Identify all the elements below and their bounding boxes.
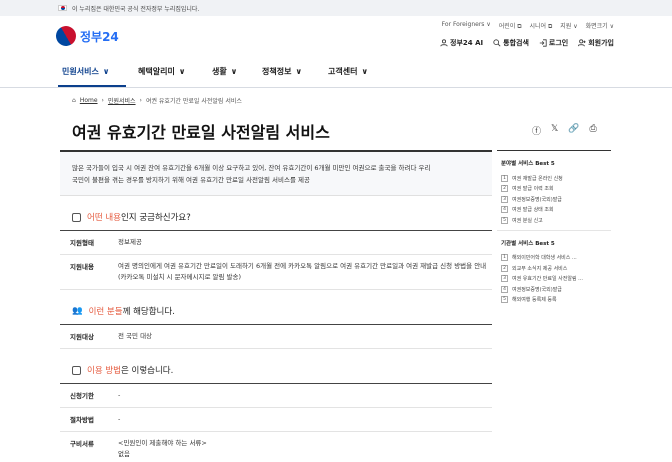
nav-benefits[interactable]: 혜택알리미 ∨ [138, 66, 185, 77]
chevron-right-icon: › [139, 97, 142, 104]
x-twitter-icon[interactable]: 𝕏 [551, 124, 558, 137]
search-icon [493, 39, 501, 47]
gov-notice-text: 이 누리집은 대한민국 공식 전자정부 누리집입니다. [72, 5, 200, 13]
table-row: 신청기한 - [60, 384, 492, 408]
section-what-heading: 어떤 내용인지 궁금하신가요? [60, 210, 492, 224]
list-item[interactable]: 5 여권 분실 신고 [497, 215, 611, 226]
home-icon: ⌂ [72, 97, 76, 104]
list-item[interactable]: 4 여권정보증명(국외)발급 [497, 284, 611, 295]
people-icon: 👥 [72, 306, 83, 316]
sidebar-best-services: 분야별 서비스 Best 5 1 여권 재발급 온라인 신청 2 여권 발급 이력 … [497, 150, 611, 305]
print-icon[interactable]: ⎙ [590, 124, 597, 137]
table-row: 지원형태 정보제공 [60, 231, 492, 255]
taegeuk-logo-icon [52, 22, 80, 50]
nav-customer-center[interactable]: 고객센터 ∨ [328, 66, 368, 77]
form-icon [72, 365, 81, 375]
list-item[interactable]: 2 외교부 소식지 제공 서비스 [497, 263, 611, 274]
util-for-foreigners[interactable]: For Foreigners ∨ [442, 21, 491, 31]
table-row: 지원내용 여권 명의인에게 여권 유효기간 만료일이 도래하기 6개월 전에 카… [60, 255, 492, 290]
header: 정부24 For Foreigners ∨ 어린이 ⧉ 시니어 ⧉ 지원 ∨ 화… [0, 16, 672, 60]
user-plus-icon [578, 39, 586, 47]
login-button[interactable]: 로그인 [539, 38, 568, 48]
list-item[interactable]: 3 여권정보증명(국외)발급 [497, 194, 611, 205]
ai-button[interactable]: 정부24 AI [440, 38, 483, 48]
util-senior[interactable]: 시니어 ⧉ [530, 21, 553, 31]
best-by-agency-title: 기관별 서비스 Best 5 [501, 240, 555, 247]
list-item[interactable]: 1 여권 재발급 온라인 신청 [497, 173, 611, 184]
chevron-down-icon: ∨ [361, 67, 368, 76]
login-icon [539, 39, 547, 47]
page-title: 여권 유효기간 만료일 사전알림 서비스 [72, 123, 330, 142]
section-how-table: 신청기한 - 절차방법 - 구비서류 <민원인이 제출해야 하는 서류> 없음 [60, 383, 492, 462]
gov-notice-bar: 이 누리집은 대한민국 공식 전자정부 누리집입니다. [0, 0, 672, 16]
best-by-agency-list: 1 해외이민어학 대학생 서비스 ... 2 외교부 소식지 제공 서비스 3 여권 … [497, 253, 611, 306]
utility-links: For Foreigners ∨ 어린이 ⧉ 시니어 ⧉ 지원 ∨ 화면크기 ∨ [442, 21, 614, 31]
list-item[interactable]: 5 해외여행 등록제 등록 [497, 295, 611, 306]
util-support[interactable]: 지원 ∨ [560, 21, 577, 31]
user-actions: 정부24 AI 통합검색 로그인 회원가입 [440, 38, 614, 48]
share-actions: ⓕ 𝕏 🔗 ⎙ [532, 124, 597, 137]
signup-button[interactable]: 회원가입 [578, 38, 614, 48]
breadcrumb: ⌂ Home › 민원서비스 › 여권 유효기간 만료일 사전알림 서비스 [72, 96, 242, 105]
logo-text: 정부24 [80, 29, 119, 44]
chevron-down-icon: ∨ [295, 67, 302, 76]
list-item[interactable]: 4 여권 발급 상태 조회 [497, 205, 611, 216]
table-row: 지원대상 전 국민 대상 [60, 325, 492, 349]
section-what-table: 지원형태 정보제공 지원내용 여권 명의인에게 여권 유효기간 만료일이 도래하… [60, 230, 492, 290]
document-icon [72, 212, 81, 222]
chevron-down-icon: ∨ [230, 67, 238, 76]
section-who-table: 지원대상 전 국민 대상 [60, 324, 492, 349]
best-by-field-title: 분야별 서비스 Best 5 [501, 161, 555, 167]
section-who-heading: 👥 이런 분들께 해당합니다. [72, 306, 175, 317]
best-by-field-list: 1 여권 재발급 온라인 신청 2 여권 발급 이력 조회 3 여권정보증명(국외)발… [497, 173, 611, 226]
nav-life[interactable]: 생활 ∨ [212, 66, 237, 77]
breadcrumb-civil-service[interactable]: 민원서비스 [108, 96, 136, 105]
service-intro: 많은 국가들이 입국 시 여권 잔여 유효기간을 6개월 이상 요구하고 있어,… [60, 150, 492, 196]
table-row: 구비서류 <민원인이 제출해야 하는 서류> 없음 [60, 432, 492, 462]
breadcrumb-current: 여권 유효기간 만료일 사전알림 서비스 [145, 98, 242, 105]
chevron-down-icon: ∨ [178, 67, 186, 76]
chevron-right-icon: › [101, 97, 104, 104]
section-how-heading: 이용 방법은 이렇습니다. [60, 363, 492, 377]
list-item[interactable]: 1 해외이민어학 대학생 서비스 ... [497, 253, 611, 264]
list-item[interactable]: 3 여권 유효기간 만료일 사전알림 ... [497, 274, 611, 285]
breadcrumb-home[interactable]: Home [80, 97, 98, 104]
nav-civil-service[interactable]: 민원서비스 ∨ [62, 66, 109, 77]
list-item[interactable]: 2 여권 발급 이력 조회 [497, 184, 611, 195]
nav-policy[interactable]: 정책정보 ∨ [262, 66, 302, 77]
main-content: 많은 국가들이 입국 시 여권 잔여 유효기간을 6개월 이상 요구하고 있어,… [60, 150, 492, 462]
chevron-down-icon: ∨ [102, 67, 110, 76]
table-row: 절차방법 - [60, 408, 492, 432]
korea-flag-icon [58, 5, 67, 11]
util-kids[interactable]: 어린이 ⧉ [499, 21, 522, 31]
facebook-icon[interactable]: ⓕ [532, 124, 541, 137]
nav-active-indicator [58, 85, 126, 87]
logo[interactable]: 정부24 [52, 22, 119, 50]
util-screen-size[interactable]: 화면크기 ∨ [586, 21, 614, 31]
link-copy-icon[interactable]: 🔗 [568, 124, 579, 137]
main-nav: 민원서비스 ∨ 혜택알리미 ∨ 생활 ∨ 정책정보 ∨ 고객센터 ∨ [0, 60, 672, 88]
search-button[interactable]: 통합검색 [493, 38, 529, 48]
user-icon [440, 39, 448, 47]
